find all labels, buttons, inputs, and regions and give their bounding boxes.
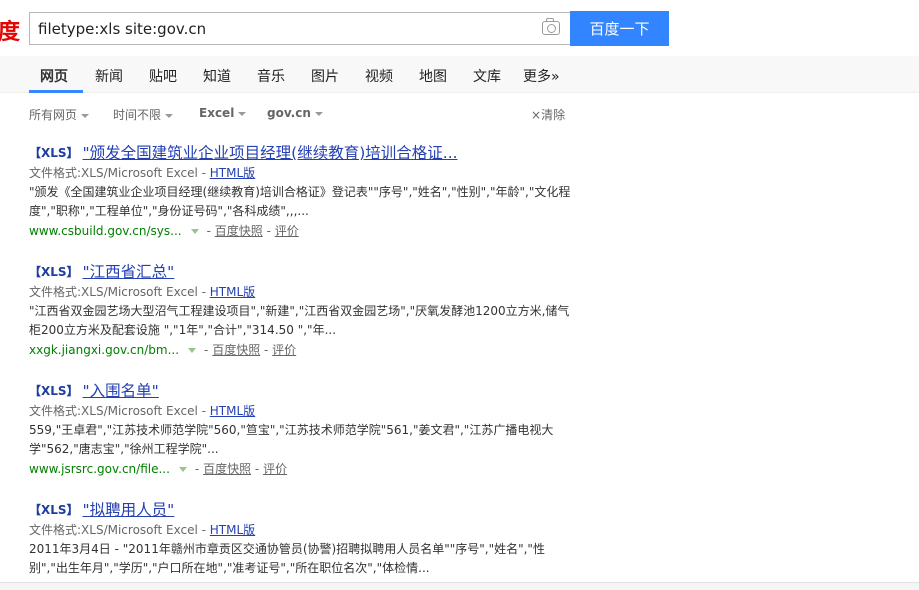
result-title: 【XLS】 "颁发全国建筑业企业项目经理(继续教育)培训合格证...	[29, 142, 589, 164]
clear-label: 清除	[541, 108, 566, 122]
result-format: 文件格式:XLS/Microsoft Excel - HTML版	[29, 283, 589, 302]
result-item: 【XLS】 "颁发全国建筑业企业项目经理(继续教育)培训合格证... 文件格式:X…	[29, 142, 589, 261]
close-icon: ×	[531, 108, 542, 122]
xls-badge: 【XLS】	[29, 146, 79, 160]
tab-music[interactable]: 音乐	[257, 66, 285, 86]
tab-images[interactable]: 图片	[311, 66, 339, 86]
tab-news[interactable]: 新闻	[95, 66, 123, 86]
result-item: 【XLS】 "江西省汇总" 文件格式:XLS/Microsoft Excel - …	[29, 261, 589, 380]
result-format: 文件格式:XLS/Microsoft Excel - HTML版	[29, 164, 589, 183]
html-version-link[interactable]: HTML版	[210, 523, 255, 537]
result-abstract: "颁发《全国建筑业企业项目经理(继续教育)培训合格证》登记表""序号","姓名"…	[29, 185, 571, 218]
review-link[interactable]: 评价	[263, 462, 287, 476]
xls-badge: 【XLS】	[29, 265, 79, 279]
chevron-down-icon[interactable]	[178, 467, 187, 472]
result-title: 【XLS】 "江西省汇总"	[29, 261, 589, 283]
baidu-logo[interactable]: 度	[0, 14, 20, 46]
result-title: 【XLS】 "入围名单"	[29, 380, 589, 402]
result-title: 【XLS】 "拟聘用人员"	[29, 499, 589, 521]
tab-map[interactable]: 地图	[419, 66, 447, 86]
result-abstract: 2011年3月4日 - "2011年赣州市章贡区交通协管员(协警)招聘拟聘用人员…	[29, 542, 545, 575]
result-abstract: 559,"王卓君","江苏技术师范学院"560,"笪宝","江苏技术师范学院"5…	[29, 423, 554, 456]
chevron-down-icon	[81, 113, 90, 118]
snapshot-link[interactable]: 百度快照	[203, 462, 251, 476]
result-title-link[interactable]: "颁发全国建筑业企业项目经理(继续教育)培训合格证...	[83, 144, 458, 162]
tab-wenku[interactable]: 文库	[473, 66, 501, 86]
result-title-link[interactable]: "江西省汇总"	[83, 263, 175, 281]
result-url-line: www.csbuild.gov.cn/sys... - 百度快照 - 评价	[29, 224, 299, 238]
chevron-down-icon[interactable]	[190, 229, 199, 234]
nav-tabs: 网页 新闻 贴吧 知道 音乐 图片 视频 地图 文库 更多»	[0, 56, 919, 93]
filter-all-label: 所有网页	[29, 108, 78, 122]
xls-badge: 【XLS】	[29, 503, 79, 517]
result-item: 【XLS】 "拟聘用人员" 文件格式:XLS/Microsoft Excel - …	[29, 499, 589, 590]
review-link[interactable]: 评价	[275, 224, 299, 238]
snapshot-link[interactable]: 百度快照	[212, 343, 260, 357]
chevron-down-icon	[238, 111, 247, 116]
result-abstract: "江西省双金园艺场大型沼气工程建设项目","新建","江西省双金园艺场","厌氧…	[29, 304, 570, 337]
snapshot-link[interactable]: 百度快照	[215, 224, 263, 238]
format-label: 文件格式:XLS/Microsoft Excel -	[29, 166, 210, 180]
result-title-link[interactable]: "拟聘用人员"	[83, 501, 175, 519]
html-version-link[interactable]: HTML版	[210, 404, 255, 418]
result-url[interactable]: www.jsrsrc.gov.cn/file...	[29, 462, 170, 476]
chevron-down-icon	[314, 111, 323, 116]
chevron-down-icon	[165, 113, 174, 118]
active-tab-indicator	[29, 90, 83, 93]
format-label: 文件格式:XLS/Microsoft Excel -	[29, 523, 210, 537]
filter-site-label: gov.cn	[267, 106, 311, 120]
format-label: 文件格式:XLS/Microsoft Excel -	[29, 404, 210, 418]
result-format: 文件格式:XLS/Microsoft Excel - HTML版	[29, 402, 589, 421]
chevron-down-icon[interactable]	[188, 348, 197, 353]
filter-type-label: Excel	[199, 106, 235, 120]
filter-time[interactable]: 时间不限	[113, 106, 174, 123]
result-url[interactable]: xxgk.jiangxi.gov.cn/bm...	[29, 343, 179, 357]
html-version-link[interactable]: HTML版	[210, 166, 255, 180]
format-label: 文件格式:XLS/Microsoft Excel -	[29, 285, 210, 299]
result-title-link[interactable]: "入围名单"	[83, 382, 159, 400]
review-link[interactable]: 评价	[272, 343, 296, 357]
tab-webpage[interactable]: 网页	[40, 66, 68, 86]
xls-badge: 【XLS】	[29, 384, 79, 398]
clear-filters-button[interactable]: ×清除	[531, 106, 565, 123]
tab-more[interactable]: 更多»	[523, 66, 560, 86]
result-url-line: www.jsrsrc.gov.cn/file... - 百度快照 - 评价	[29, 462, 288, 476]
search-box[interactable]	[29, 12, 570, 45]
filter-all-pages[interactable]: 所有网页	[29, 106, 90, 123]
results-list: 【XLS】 "颁发全国建筑业企业项目经理(继续教育)培训合格证... 文件格式:X…	[29, 142, 589, 590]
result-url[interactable]: www.csbuild.gov.cn/sys...	[29, 224, 182, 238]
search-input[interactable]	[30, 13, 520, 44]
html-version-link[interactable]: HTML版	[210, 285, 255, 299]
bottom-bar	[0, 582, 919, 590]
filter-site[interactable]: gov.cn	[267, 106, 323, 120]
search-button[interactable]: 百度一下	[570, 11, 669, 46]
camera-icon[interactable]	[542, 18, 560, 35]
tab-zhidao[interactable]: 知道	[203, 66, 231, 86]
result-item: 【XLS】 "入围名单" 文件格式:XLS/Microsoft Excel - H…	[29, 380, 589, 499]
result-format: 文件格式:XLS/Microsoft Excel - HTML版	[29, 521, 589, 540]
tab-tieba[interactable]: 贴吧	[149, 66, 177, 86]
tab-video[interactable]: 视频	[365, 66, 393, 86]
top-bar: 度 百度一下	[0, 0, 919, 56]
result-url-line: xxgk.jiangxi.gov.cn/bm... - 百度快照 - 评价	[29, 343, 297, 357]
filter-time-label: 时间不限	[113, 108, 162, 122]
search-filters: 所有网页 时间不限 Excel gov.cn ×清除	[0, 104, 919, 124]
filter-filetype[interactable]: Excel	[199, 106, 247, 120]
